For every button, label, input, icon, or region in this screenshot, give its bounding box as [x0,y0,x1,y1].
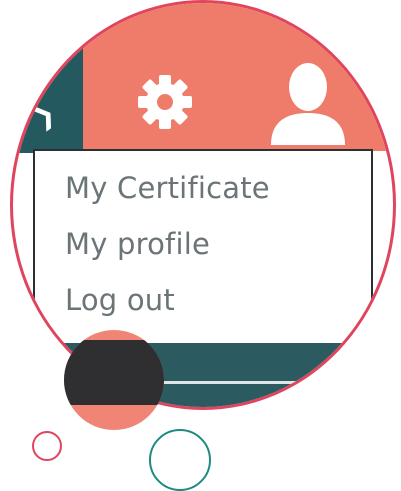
menu-item-my-certificate[interactable]: My Certificate [65,171,270,205]
chevron-icon: ❯ [26,97,62,135]
account-dropdown-menu: My Certificate My profile Log out [33,149,373,345]
decorative-ring-small [32,431,62,461]
nav-tab[interactable]: ❯ [13,43,83,153]
decorative-ring-large [149,429,211,491]
gear-icon[interactable] [136,73,194,131]
decorative-overlap [64,330,164,430]
user-icon[interactable] [267,61,349,145]
menu-item-log-out[interactable]: Log out [65,283,175,317]
menu-item-my-profile[interactable]: My profile [65,227,210,261]
